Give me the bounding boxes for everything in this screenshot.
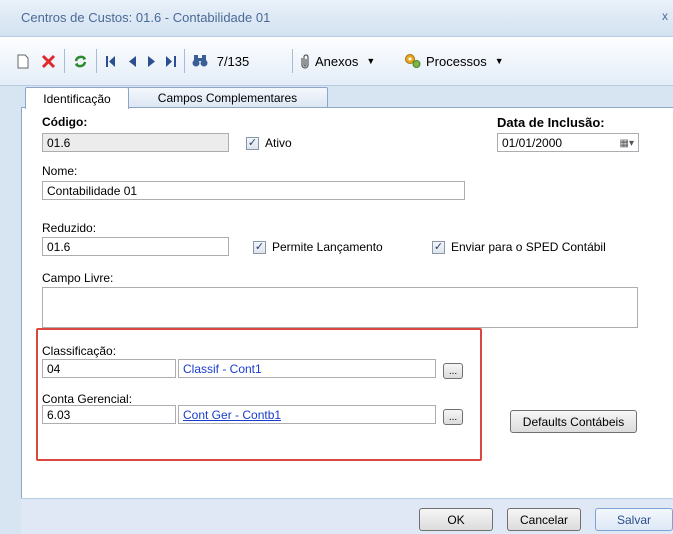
enviar-sped-checkbox[interactable]: ✓ <box>432 241 445 254</box>
attachments-label: Anexos <box>315 53 359 69</box>
processes-button[interactable]: Processos ▼ <box>404 49 524 73</box>
toolbar-separator <box>64 49 65 73</box>
classificacao-label: Classificação: <box>42 344 117 358</box>
cancel-button[interactable]: Cancelar <box>507 508 581 531</box>
close-icon[interactable]: x <box>662 9 668 23</box>
last-record-icon[interactable] <box>162 49 180 73</box>
save-button[interactable]: Salvar <box>595 508 673 531</box>
classificacao-description-link[interactable]: Classif - Cont1 <box>178 359 436 378</box>
calendar-dropdown-icon[interactable]: ▦▾ <box>620 134 634 151</box>
enviar-sped-label: Enviar para o SPED Contábil <box>451 240 606 254</box>
window-title: Centros de Custos: 01.6 - Contabilidade … <box>21 10 271 25</box>
conta-gerencial-code-field[interactable]: 6.03 <box>42 405 176 424</box>
nome-field[interactable]: Contabilidade 01 <box>42 181 465 200</box>
reduzido-field[interactable]: 01.6 <box>42 237 229 256</box>
toolbar-separator <box>292 49 293 73</box>
toolbar-separator <box>96 49 97 73</box>
chevron-down-icon: ▼ <box>494 56 504 66</box>
tab-campos-complementares[interactable]: Campos Complementares <box>127 87 328 108</box>
chevron-down-icon: ▼ <box>366 56 376 66</box>
record-position: 7/135 <box>216 53 250 69</box>
attachments-button[interactable]: Anexos ▼ <box>299 49 399 73</box>
conta-gerencial-browse-button[interactable]: ... <box>443 409 463 425</box>
data-inclusao-value: 01/01/2000 <box>502 136 563 150</box>
classificacao-browse-button[interactable]: ... <box>443 363 463 379</box>
previous-record-icon[interactable] <box>124 49 140 73</box>
paperclip-icon <box>301 53 309 69</box>
ativo-checkbox[interactable]: ✓ <box>246 137 259 150</box>
permite-lancamento-checkbox[interactable]: ✓ <box>253 241 266 254</box>
codigo-label: Código: <box>42 115 88 129</box>
tab-identificacao[interactable]: Identificação <box>25 87 129 109</box>
next-record-icon[interactable] <box>143 49 159 73</box>
new-document-icon[interactable] <box>14 49 32 73</box>
classificacao-code-field[interactable]: 04 <box>42 359 176 378</box>
toolbar: 7/135 Anexos ▼ Processos ▼ <box>0 37 673 86</box>
ativo-label: Ativo <box>265 136 292 150</box>
conta-gerencial-label: Conta Gerencial: <box>42 392 133 406</box>
defaults-contabeis-button[interactable]: Defaults Contábeis <box>510 410 637 433</box>
reduzido-label: Reduzido: <box>42 221 97 235</box>
delete-icon[interactable] <box>38 49 58 73</box>
campo-livre-field[interactable] <box>42 287 638 328</box>
codigo-field[interactable]: 01.6 <box>42 133 229 152</box>
permite-lancamento-label: Permite Lançamento <box>272 240 383 254</box>
gears-icon <box>405 54 421 68</box>
title-bar: Centros de Custos: 01.6 - Contabilidade … <box>0 0 673 37</box>
data-inclusao-field[interactable]: 01/01/2000 ▦▾ <box>497 133 639 152</box>
data-inclusao-label: Data de Inclusão: <box>497 115 605 130</box>
toolbar-separator <box>184 49 185 73</box>
first-record-icon[interactable] <box>102 49 120 73</box>
conta-gerencial-description-link[interactable]: Cont Ger - Contb1 <box>178 405 436 424</box>
find-binoculars-icon[interactable] <box>190 49 210 73</box>
processes-label: Processos <box>426 53 487 69</box>
refresh-icon[interactable] <box>70 49 90 73</box>
campo-livre-label: Campo Livre: <box>42 271 114 285</box>
ok-button[interactable]: OK <box>419 508 493 531</box>
nome-label: Nome: <box>42 164 78 178</box>
